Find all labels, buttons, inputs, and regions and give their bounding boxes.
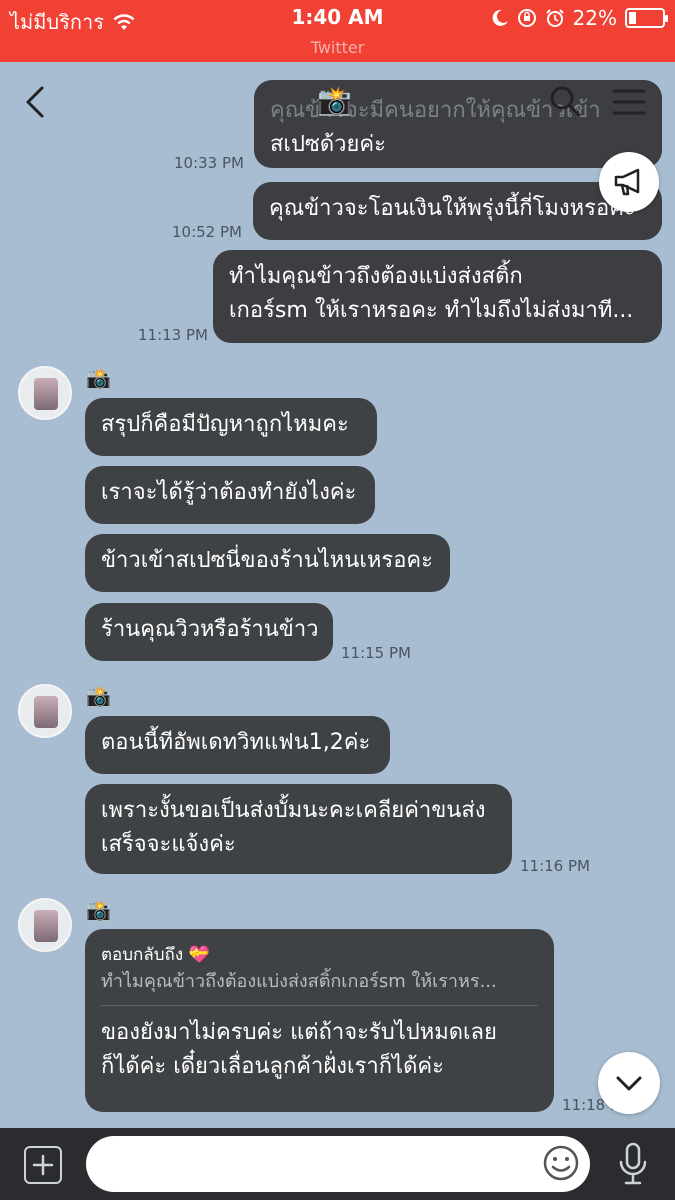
message-text: เราจะได้รู้ว่าต้องทำยังไงค่ะ bbox=[101, 480, 357, 505]
message-bubble-incoming[interactable]: เพราะงั้นขอเป็นส่งบั้มนะคะเคลียค่าขนส่ง … bbox=[85, 784, 512, 874]
message-text: สเปซด้วยค่ะ bbox=[270, 132, 386, 157]
megaphone-icon bbox=[614, 168, 640, 196]
message-input-bar bbox=[0, 1128, 675, 1200]
plus-icon bbox=[32, 1154, 54, 1176]
add-button[interactable] bbox=[24, 1146, 62, 1184]
message-text-line: เกอร์sm ให้เราหรอคะ ทำไมถึงไม่ส่งมาที... bbox=[229, 298, 634, 323]
sender-name: 📸 bbox=[86, 366, 111, 390]
sender-name: 📸 bbox=[86, 898, 111, 922]
message-time: 11:13 PM bbox=[138, 326, 208, 344]
message-text-line: ของยังมาไม่ครบค่ะ แต่ถ้าจะรับไปหมดเลย bbox=[101, 1020, 497, 1045]
scroll-to-bottom-button[interactable] bbox=[598, 1052, 660, 1114]
message-bubble-incoming[interactable]: ร้านคุณวิวหรือร้านข้าว bbox=[85, 603, 333, 661]
message-text-line: เพราะงั้นขอเป็นส่งบั้มนะคะเคลียค่าขนส่ง bbox=[101, 798, 486, 823]
message-bubble-incoming[interactable]: เราจะได้รู้ว่าต้องทำยังไงค่ะ bbox=[85, 466, 375, 524]
message-text: ข้าวเข้าสเปซนี่ของร้านไหนเหรอคะ bbox=[101, 548, 433, 573]
status-right: 22% bbox=[491, 6, 668, 30]
message-bubble-incoming[interactable]: ข้าวเข้าสเปซนี่ของร้านไหนเหรอคะ bbox=[85, 534, 450, 592]
message-time: 11:16 PM bbox=[520, 857, 590, 875]
message-time: 10:33 PM bbox=[174, 154, 244, 172]
battery-icon bbox=[625, 8, 668, 28]
avatar[interactable] bbox=[18, 366, 72, 420]
message-text: ร้านคุณวิวหรือร้านข้าว bbox=[101, 617, 319, 642]
message-text: คุณข้าวจะโอนเงินให้พรุ่งนี้กี่โมงหรอคะ bbox=[269, 196, 636, 221]
message-text-line: เสร็จจะแจ้งค่ะ bbox=[101, 832, 236, 857]
avatar[interactable] bbox=[18, 684, 72, 738]
message-bubble-outgoing[interactable]: ทำไมคุณข้าวถึงต้องแบ่งส่งสติ้ก เกอร์sm ใ… bbox=[213, 250, 662, 343]
message-text-line: ก็ได้ค่ะ เดี๋ยวเลื่อนลูกค้าฝั่งเราก็ได้ค… bbox=[101, 1054, 444, 1079]
announcement-button[interactable] bbox=[599, 152, 659, 212]
message-bubble-incoming[interactable]: สรุปก็คือมีปัญหาถูกไหมคะ bbox=[85, 398, 377, 456]
rotation-lock-icon bbox=[517, 9, 536, 27]
sender-name: 📸 bbox=[86, 684, 111, 708]
moon-icon bbox=[492, 9, 508, 26]
chevron-down-icon bbox=[616, 1076, 642, 1091]
battery-percent: 22% bbox=[572, 6, 617, 30]
search-icon[interactable] bbox=[548, 84, 582, 118]
reply-header: ตอบกลับถึง 💝 bbox=[101, 945, 210, 965]
message-text-line: ทำไมคุณข้าวถึงต้องแบ่งส่งสติ้ก bbox=[229, 264, 523, 289]
reply-quoted-text[interactable]: ทำไมคุณข้าวถึงต้องแบ่งส่งสติ้กเกอร์sm ให… bbox=[101, 967, 538, 1006]
message-text: สรุปก็คือมีปัญหาถูกไหมคะ bbox=[101, 412, 349, 437]
microphone-icon[interactable] bbox=[617, 1142, 649, 1186]
avatar[interactable] bbox=[18, 898, 72, 952]
status-bar: ไม่มีบริการ 1:40 AM 22% Twitter bbox=[0, 0, 675, 62]
chat-title: 📸 bbox=[317, 84, 352, 117]
message-time: 11:15 PM bbox=[341, 644, 411, 662]
menu-icon[interactable] bbox=[612, 88, 646, 116]
battery-level bbox=[629, 12, 636, 24]
back-icon[interactable] bbox=[22, 84, 50, 120]
message-text: ตอนนี้ทีอัพเดทวิทแฟน1,2ค่ะ bbox=[101, 730, 371, 755]
status-subtitle: Twitter bbox=[310, 38, 365, 57]
reply-message-bubble[interactable]: ตอบกลับถึง 💝 ทำไมคุณข้าวถึงต้องแบ่งส่งสต… bbox=[85, 929, 554, 1112]
message-bubble-outgoing[interactable]: คุณข้าวจะมีคนอยากให้คุณข้าวเข้า สเปซด้วย… bbox=[254, 80, 662, 168]
alarm-icon bbox=[545, 9, 564, 27]
message-input[interactable] bbox=[86, 1136, 590, 1192]
emoji-icon[interactable] bbox=[541, 1143, 581, 1183]
message-bubble-incoming[interactable]: ตอนนี้ทีอัพเดทวิทแฟน1,2ค่ะ bbox=[85, 716, 390, 774]
message-time: 10:52 PM bbox=[172, 223, 242, 241]
